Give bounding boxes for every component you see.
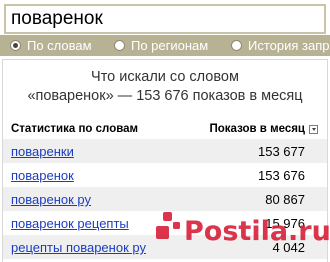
summary-line-1: Что искали со словом: [91, 69, 239, 85]
phrase-link[interactable]: поваренок рецепты: [11, 216, 129, 231]
mode-by-regions-label: По регионам: [131, 38, 209, 53]
radio-query-history[interactable]: [231, 40, 242, 51]
table-row: поваренок рецепты 15 976: [3, 211, 327, 235]
summary-line-2: «поваренок» — 153 676 показов в месяц: [27, 88, 303, 104]
impressions-count: 15 976: [265, 216, 305, 231]
search-box[interactable]: [4, 4, 326, 34]
radio-by-regions[interactable]: [114, 40, 125, 51]
search-input[interactable]: [6, 6, 324, 32]
table-row: поваренки 153 677: [3, 139, 327, 163]
mode-query-history-label: История запросов: [248, 38, 330, 53]
phrase-link[interactable]: поваренки: [11, 144, 74, 159]
column-header-impressions: Показов в месяц: [209, 123, 306, 135]
impressions-count: 80 867: [265, 192, 305, 207]
results-panel: Что искали со словом «поваренок» — 153 6…: [2, 59, 328, 262]
mode-by-words-label: По словам: [27, 38, 92, 53]
results-table: поваренки 153 677 поваренок 153 676 пова…: [3, 139, 327, 259]
results-summary: Что искали со словом «поваренок» — 153 6…: [3, 68, 327, 106]
impressions-count: 4 042: [272, 240, 305, 255]
phrase-link[interactable]: рецепты поваренок ру: [11, 240, 146, 255]
phrase-link[interactable]: поваренок: [11, 168, 74, 183]
radio-by-words[interactable]: [10, 40, 21, 51]
phrase-link[interactable]: поваренок ру: [11, 192, 91, 207]
table-row: поваренок 153 676: [3, 163, 327, 187]
table-header: Статистика по словам Показов в месяц: [3, 123, 327, 139]
table-row: рецепты поваренок ру 4 042: [3, 235, 327, 259]
table-row: поваренок ру 80 867: [3, 187, 327, 211]
mode-query-history[interactable]: История запросов: [231, 37, 330, 54]
impressions-count: 153 677: [258, 144, 305, 159]
mode-by-words[interactable]: По словам: [10, 37, 92, 54]
sort-icon[interactable]: [309, 125, 318, 134]
mode-by-regions[interactable]: По регионам: [114, 37, 208, 54]
column-header-words: Статистика по словам: [11, 123, 139, 135]
impressions-count: 153 676: [258, 168, 305, 183]
search-mode-bar: По словам По регионам История запросов: [0, 35, 330, 56]
